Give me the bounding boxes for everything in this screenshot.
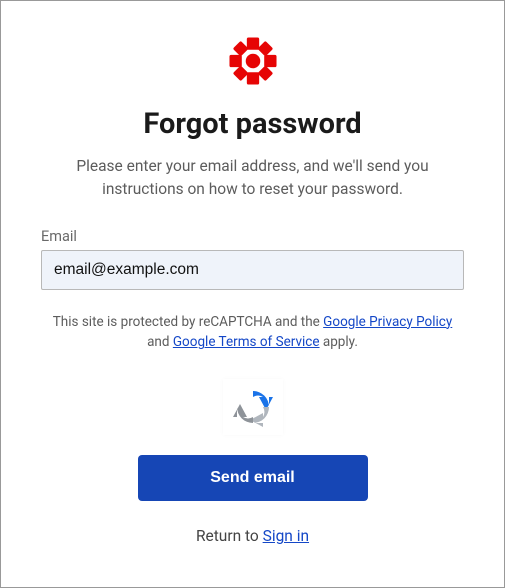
disclaimer-text: apply.: [320, 334, 358, 350]
recaptcha-disclaimer: This site is protected by reCAPTCHA and …: [41, 312, 464, 354]
return-line: Return to Sign in: [196, 527, 309, 545]
email-label: Email: [41, 228, 464, 245]
sign-in-link[interactable]: Sign in: [263, 527, 309, 545]
disclaimer-text: This site is protected by reCAPTCHA and …: [53, 314, 323, 330]
send-email-button[interactable]: Send email: [138, 455, 368, 501]
privacy-policy-link[interactable]: Google Privacy Policy: [323, 314, 452, 330]
email-input[interactable]: [41, 250, 464, 290]
recaptcha-icon: [233, 387, 273, 427]
terms-of-service-link[interactable]: Google Terms of Service: [173, 334, 320, 350]
email-field-group: Email: [41, 228, 464, 290]
cbc-gem-icon: [225, 33, 281, 89]
disclaimer-text: and: [147, 334, 173, 350]
page-subtitle: Please enter your email address, and we'…: [41, 155, 464, 202]
brand-logo: [225, 33, 281, 93]
page-title: Forgot password: [143, 107, 361, 141]
recaptcha-badge: [223, 379, 283, 435]
forgot-password-card: Forgot password Please enter your email …: [0, 0, 505, 588]
return-prefix: Return to: [196, 527, 263, 545]
